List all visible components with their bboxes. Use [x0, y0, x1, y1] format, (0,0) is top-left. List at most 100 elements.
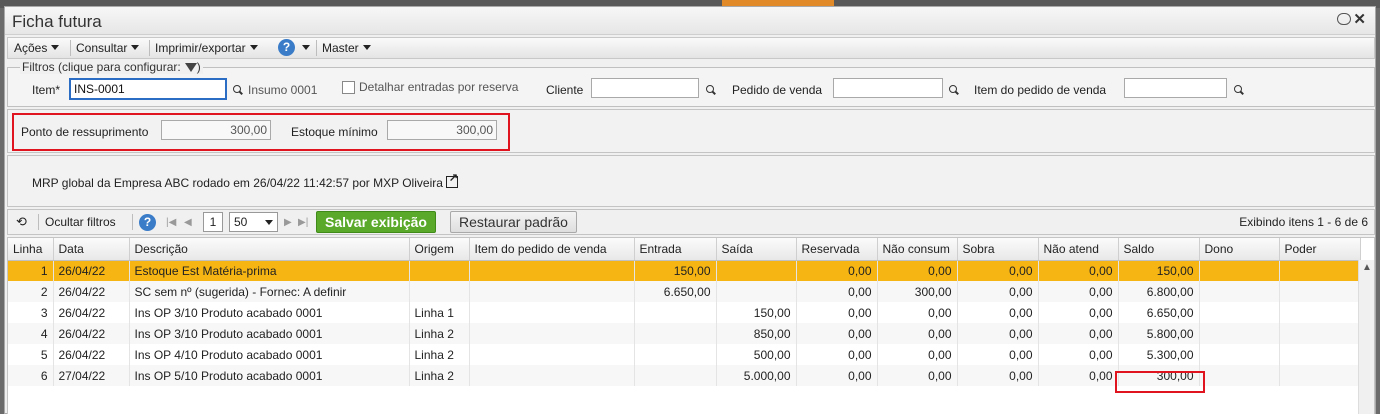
ocultar-filtros-button[interactable]: Ocultar filtros	[45, 215, 116, 237]
page-size-value: 50	[234, 215, 248, 229]
vertical-scrollbar[interactable]: ▲	[1358, 260, 1374, 414]
scroll-up-icon[interactable]: ▲	[1362, 262, 1372, 273]
table-cell: 26/04/22	[53, 260, 130, 281]
item-pedido-input[interactable]	[1124, 78, 1227, 98]
page-number-input[interactable]: 1	[203, 212, 223, 232]
table-cell	[716, 281, 797, 302]
pedido-input[interactable]	[833, 78, 943, 98]
column-header[interactable]: Item do pedido de venda	[469, 238, 635, 261]
external-link-icon[interactable]	[445, 171, 458, 188]
table-cell: Ins OP 3/10 Produto acabado 0001	[129, 323, 410, 344]
table-cell	[1199, 344, 1280, 365]
filter-icon[interactable]	[184, 63, 197, 72]
table-cell	[469, 281, 635, 302]
detalhar-label: Detalhar entradas por reserva	[359, 80, 519, 94]
table-row[interactable]: 3 26/04/22 Ins OP 3/10 Produto acabado 000…	[8, 302, 1361, 323]
prev-page-icon[interactable]: ◀	[184, 217, 192, 228]
table-cell: 0,00	[877, 260, 958, 281]
search-icon[interactable]	[1234, 85, 1244, 95]
chevron-down-icon	[131, 45, 140, 50]
item-input[interactable]	[69, 78, 227, 100]
table-cell: 27/04/22	[53, 365, 130, 386]
chat-icon[interactable]	[1337, 13, 1351, 25]
column-header[interactable]: Origem	[409, 238, 470, 261]
table-cell: 6.800,00	[1118, 281, 1200, 302]
help-menu-caret[interactable]	[298, 41, 310, 55]
table-cell	[1279, 323, 1361, 344]
cliente-label: Cliente	[546, 83, 584, 97]
table-cell: 150,00	[634, 260, 717, 281]
filters-legend[interactable]: Filtros (clique para configurar:)	[20, 60, 203, 74]
next-page-icon[interactable]: ▶	[284, 217, 292, 228]
table-cell	[1199, 281, 1280, 302]
chevron-down-icon	[249, 45, 258, 50]
titlebar: Ficha futura ✕	[5, 7, 1375, 35]
table-cell	[1279, 260, 1361, 281]
page-size-select[interactable]: 50	[229, 212, 278, 232]
restaurar-padrao-button[interactable]: Restaurar padrão	[450, 211, 577, 233]
table-row[interactable]: 5 26/04/22 Ins OP 4/10 Produto acabado 000…	[8, 344, 1361, 365]
menu-acoes[interactable]: Ações	[14, 41, 60, 55]
chevron-down-icon	[362, 45, 371, 50]
table-cell: 26/04/22	[53, 302, 130, 323]
search-icon[interactable]	[949, 85, 959, 95]
table-cell: 0,00	[877, 323, 958, 344]
column-header[interactable]: Data	[53, 238, 130, 261]
cliente-input[interactable]	[591, 78, 699, 98]
column-header[interactable]: Entrada	[634, 238, 717, 261]
filters-legend-end: )	[196, 60, 201, 74]
column-header[interactable]: Dono	[1199, 238, 1280, 261]
column-header[interactable]: Linha	[8, 238, 54, 261]
column-header[interactable]: Saída	[716, 238, 797, 261]
table-cell: 150,00	[716, 302, 797, 323]
table-cell: 5.800,00	[1118, 323, 1200, 344]
table-row[interactable]: 2 26/04/22 SC sem nº (sugerida) - Fornec: …	[8, 281, 1361, 302]
chevron-down-icon	[302, 45, 310, 50]
menu-consultar[interactable]: Consultar	[76, 41, 140, 55]
table-cell: Ins OP 3/10 Produto acabado 0001	[129, 302, 410, 323]
column-header[interactable]: Descrição	[129, 238, 410, 261]
table-row[interactable]: 4 26/04/22 Ins OP 3/10 Produto acabado 000…	[8, 323, 1361, 344]
table-row[interactable]: 1 26/04/22 Estoque Est Matéria-prima 150,00…	[8, 260, 1361, 281]
table-cell: 0,00	[1038, 260, 1119, 281]
help-icon[interactable]: ?	[139, 214, 156, 231]
table-cell: Linha 2	[409, 344, 470, 365]
column-header[interactable]: Não consum	[877, 238, 958, 261]
table-cell: 3	[8, 302, 54, 323]
first-page-icon[interactable]: |◀	[166, 217, 176, 228]
table-cell	[469, 323, 635, 344]
help-icon[interactable]: ?	[278, 39, 295, 56]
table-cell	[634, 365, 717, 386]
table-cell: 0,00	[1038, 323, 1119, 344]
detalhar-checkbox[interactable]	[342, 81, 355, 94]
column-header[interactable]: Sobra	[957, 238, 1039, 261]
item-pedido-label: Item do pedido de venda	[974, 83, 1107, 97]
table-cell	[469, 302, 635, 323]
search-icon[interactable]	[233, 85, 243, 95]
table-cell	[409, 260, 470, 281]
close-icon[interactable]: ✕	[1353, 10, 1366, 28]
table-cell: 0,00	[957, 344, 1039, 365]
mrp-panel: MRP global da Empresa ABC rodado em 26/0…	[7, 155, 1375, 207]
table-cell: 0,00	[877, 365, 958, 386]
table-cell: Ins OP 4/10 Produto acabado 0001	[129, 344, 410, 365]
column-header[interactable]: Reservada	[796, 238, 878, 261]
column-header[interactable]: Poder	[1279, 238, 1361, 261]
filters-panel: Filtros (clique para configurar:) Item* …	[7, 60, 1375, 107]
last-page-icon[interactable]: ▶|	[298, 217, 308, 228]
table-cell: 0,00	[1038, 281, 1119, 302]
table-cell: 0,00	[796, 260, 878, 281]
table-cell	[1279, 365, 1361, 386]
column-header[interactable]: Saldo	[1118, 238, 1200, 261]
table-cell: 5.000,00	[716, 365, 797, 386]
table-header: Linha Data Descrição Origem Item do pedido d…	[8, 238, 1361, 261]
search-icon[interactable]	[706, 85, 716, 95]
menu-master-label: Master	[322, 41, 359, 55]
column-header[interactable]: Não atend	[1038, 238, 1119, 261]
refresh-icon[interactable]: ⟲	[16, 214, 27, 236]
table-cell: 6.650,00	[634, 281, 717, 302]
menu-master[interactable]: Master	[322, 41, 371, 55]
salvar-exibicao-button[interactable]: Salvar exibição	[316, 211, 436, 233]
menu-consultar-label: Consultar	[76, 41, 128, 55]
menu-imprimir[interactable]: Imprimir/exportar	[155, 41, 258, 55]
